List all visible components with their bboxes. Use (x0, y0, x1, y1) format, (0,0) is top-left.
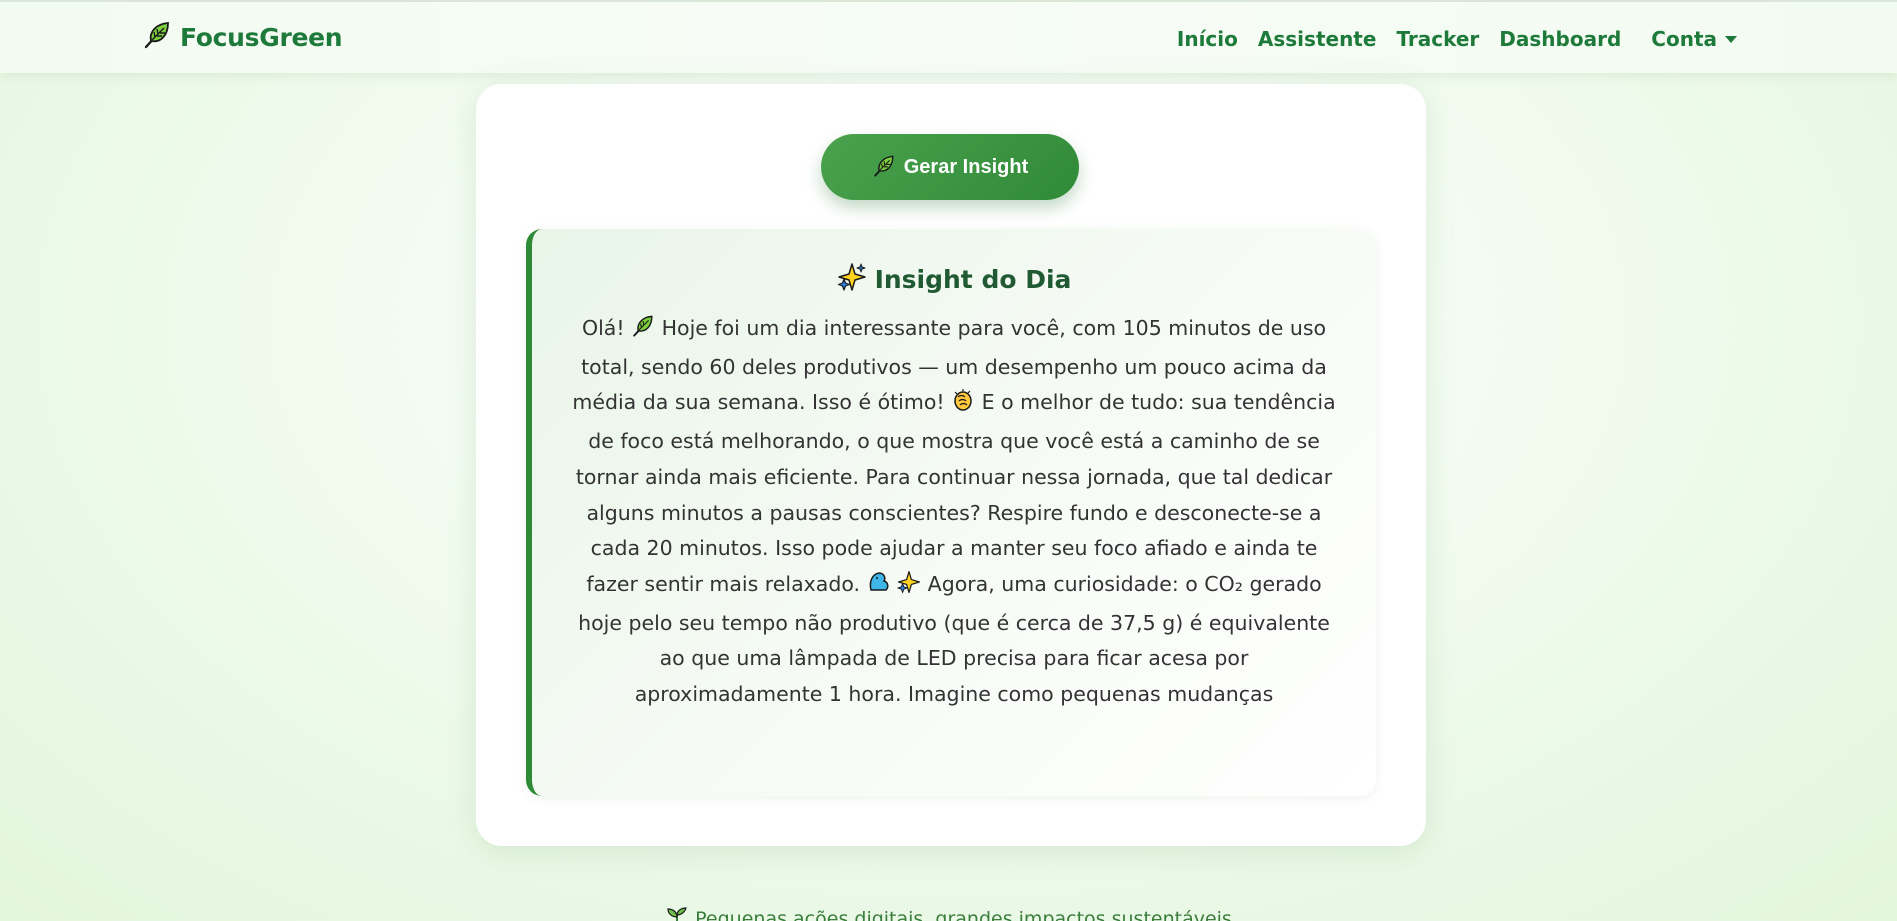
seedling-icon (665, 905, 689, 921)
nav-link-tracker[interactable]: Tracker (1386, 24, 1489, 54)
footer: Pequenas ações digitais, grandes impacto… (0, 905, 1897, 921)
wind-face-icon (867, 570, 891, 606)
caret-down-icon (1725, 35, 1737, 43)
insight-title-text: Insight do Dia (874, 264, 1072, 294)
nav-link-dashboard[interactable]: Dashboard (1489, 24, 1631, 54)
sparkles-icon (896, 570, 921, 606)
brand-name: FocusGreen (180, 22, 343, 52)
leaf-icon (872, 154, 896, 181)
account-dropdown[interactable]: Conta (1641, 24, 1747, 54)
nav-links: Início Assistente Tracker Dashboard Cont… (1167, 24, 1747, 54)
insight-text: Olá! Hoje foi um dia interessante para v… (568, 311, 1340, 713)
generate-insight-button[interactable]: Gerar Insight (821, 134, 1079, 200)
account-label: Conta (1651, 27, 1717, 51)
nav-link-inicio[interactable]: Início (1167, 24, 1248, 54)
leaf-icon (631, 314, 655, 350)
clapping-hands-icon (951, 388, 975, 424)
leaf-icon (142, 20, 172, 54)
footer-tagline: Pequenas ações digitais, grandes impacto… (695, 908, 1232, 921)
brand-link[interactable]: FocusGreen (142, 20, 343, 54)
insight-box: Insight do Dia Olá! Hoje foi um dia inte… (526, 229, 1376, 796)
main-card: Gerar Insight Insight do Dia Olá! Hoje f… (476, 84, 1426, 846)
nav-link-assistente[interactable]: Assistente (1248, 24, 1387, 54)
generate-insight-label: Gerar Insight (903, 155, 1029, 178)
insight-title: Insight do Dia (532, 262, 1376, 296)
insight-text-part-1: Olá! (581, 316, 625, 340)
navbar: FocusGreen Início Assistente Tracker Das… (0, 0, 1897, 73)
sparkles-icon (837, 262, 867, 296)
